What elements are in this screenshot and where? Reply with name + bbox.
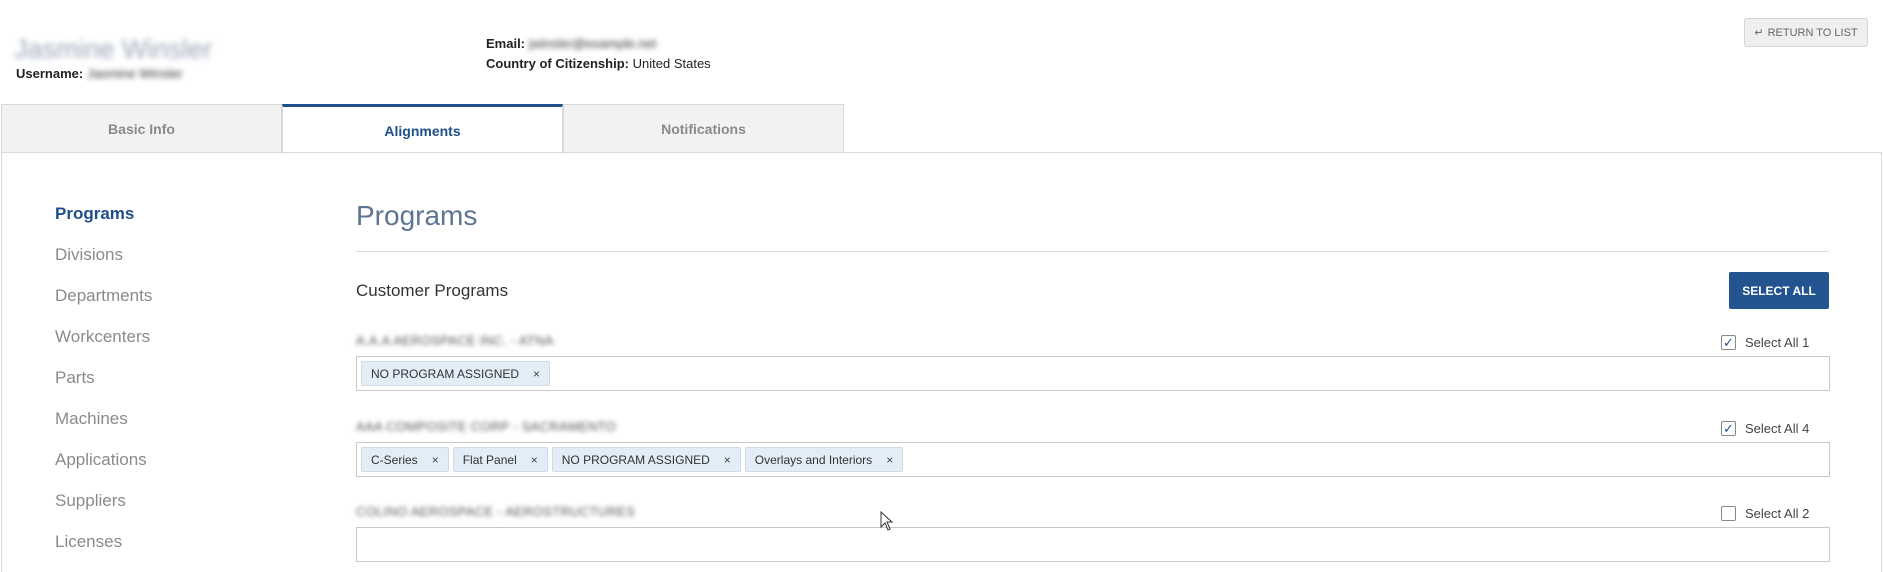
country-row: Country of Citizenship: United States bbox=[486, 56, 711, 71]
group-select-all-label: Select All 4 bbox=[1745, 421, 1810, 436]
group-select-all[interactable]: Select All 2 bbox=[1721, 506, 1809, 521]
return-to-list-label: RETURN TO LIST bbox=[1767, 26, 1858, 39]
sidenav-item-machines[interactable]: Machines bbox=[55, 405, 152, 446]
program-tag-input[interactable] bbox=[356, 527, 1830, 562]
select-all-button[interactable]: SELECT ALL bbox=[1729, 272, 1829, 309]
remove-tag-icon[interactable]: × bbox=[432, 453, 439, 467]
sidenav-item-departments[interactable]: Departments bbox=[55, 282, 152, 323]
group-label: AAA COMPOSITE CORP - SACRAMENTO bbox=[356, 419, 617, 434]
tag-label: Flat Panel bbox=[462, 452, 517, 467]
program-tag: Overlays and Interiors × bbox=[744, 447, 904, 472]
remove-tag-icon[interactable]: × bbox=[886, 453, 893, 467]
tag-label: Overlays and Interiors bbox=[754, 452, 873, 467]
email-row: Email: jwinsler@example.net bbox=[486, 36, 656, 51]
program-tag: C-Series × bbox=[361, 447, 449, 472]
user-full-name: Jasmine Winsler bbox=[14, 34, 213, 64]
program-tag: Flat Panel × bbox=[452, 447, 548, 472]
username-value: Jasmine Winsler bbox=[87, 66, 183, 81]
group-select-all-label: Select All 1 bbox=[1745, 335, 1810, 350]
sidenav-item-programs[interactable]: Programs bbox=[55, 200, 152, 241]
remove-tag-icon[interactable]: × bbox=[533, 367, 540, 381]
tab-notifications[interactable]: Notifications bbox=[563, 104, 844, 153]
return-arrow-icon: ↵ bbox=[1754, 27, 1764, 39]
group-label: COLINO AEROSPACE - AEROSTRUCTURES bbox=[356, 504, 636, 519]
remove-tag-icon[interactable]: × bbox=[531, 453, 538, 467]
email-value: jwinsler@example.net bbox=[529, 36, 657, 51]
username-row: Username: Jasmine Winsler bbox=[16, 66, 183, 81]
program-tag: NO PROGRAM ASSIGNED × bbox=[551, 447, 741, 472]
sidenav-item-licenses[interactable]: Licenses bbox=[55, 528, 152, 569]
country-value: United States bbox=[632, 56, 711, 71]
return-to-list-button[interactable]: ↵ RETURN TO LIST bbox=[1744, 18, 1868, 47]
group-select-all-label: Select All 2 bbox=[1745, 506, 1810, 521]
sidenav-item-parts[interactable]: Parts bbox=[55, 364, 152, 405]
tag-label: NO PROGRAM ASSIGNED bbox=[561, 452, 710, 467]
alignment-sidenav: Programs Divisions Departments Workcente… bbox=[55, 200, 152, 569]
group-label: A.A.A AEROSPACE INC. - ATNA bbox=[356, 333, 554, 348]
username-label: Username: bbox=[16, 66, 84, 81]
tab-basic-info[interactable]: Basic Info bbox=[1, 104, 282, 153]
sidenav-item-divisions[interactable]: Divisions bbox=[55, 241, 152, 282]
sidenav-item-applications[interactable]: Applications bbox=[55, 446, 152, 487]
tab-bar: Basic Info Alignments Notifications bbox=[1, 104, 844, 154]
sidenav-item-suppliers[interactable]: Suppliers bbox=[55, 487, 152, 528]
page-title: Programs bbox=[356, 200, 478, 231]
program-tag-input[interactable]: C-Series × Flat Panel × NO PROGRAM ASSIG… bbox=[356, 442, 1830, 477]
tab-alignments[interactable]: Alignments bbox=[282, 104, 563, 154]
sidenav-item-workcenters[interactable]: Workcenters bbox=[55, 323, 152, 364]
checkbox-checked[interactable]: ✓ bbox=[1721, 335, 1736, 350]
checkbox-checked[interactable]: ✓ bbox=[1721, 421, 1736, 436]
program-tag-input[interactable]: NO PROGRAM ASSIGNED × bbox=[356, 356, 1830, 391]
program-tag: NO PROGRAM ASSIGNED × bbox=[361, 361, 551, 386]
title-divider bbox=[356, 251, 1829, 252]
country-label: Country of Citizenship: bbox=[486, 56, 629, 71]
tag-label: C-Series bbox=[371, 452, 418, 467]
group-select-all[interactable]: ✓ Select All 4 bbox=[1721, 421, 1809, 436]
remove-tag-icon[interactable]: × bbox=[724, 453, 731, 467]
mouse-pointer-icon bbox=[880, 511, 894, 531]
section-title: Customer Programs bbox=[356, 281, 509, 300]
tag-label: NO PROGRAM ASSIGNED bbox=[371, 366, 520, 381]
checkbox-unchecked[interactable] bbox=[1721, 506, 1736, 521]
email-label: Email: bbox=[486, 36, 526, 51]
group-select-all[interactable]: ✓ Select All 1 bbox=[1721, 335, 1809, 350]
